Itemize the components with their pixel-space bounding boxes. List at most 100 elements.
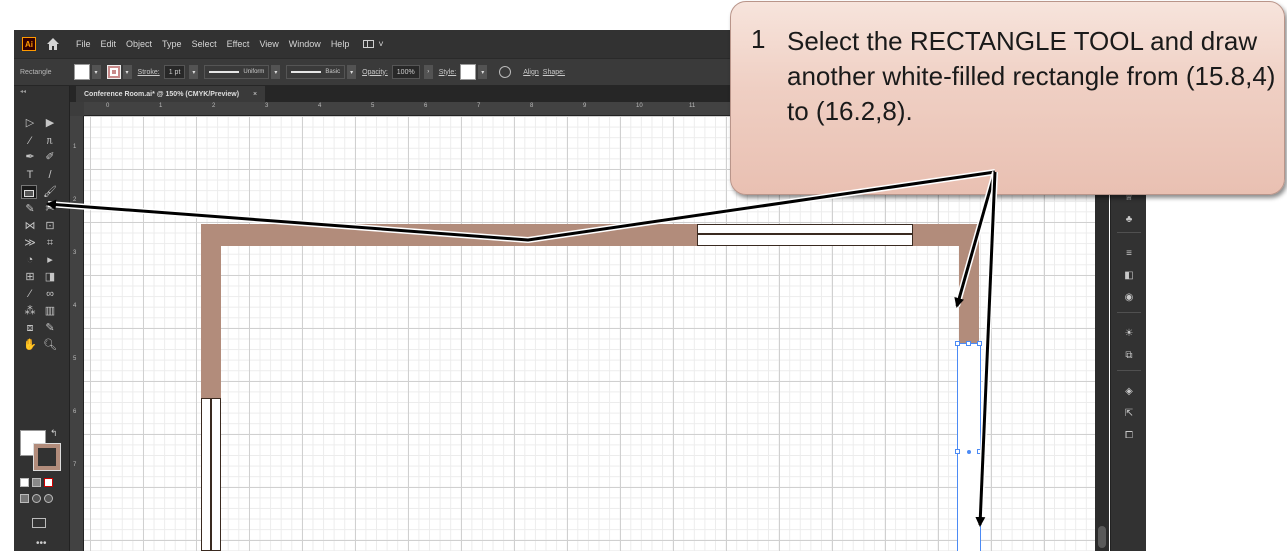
door-rect-left-b[interactable] xyxy=(211,398,221,551)
eraser-tool-icon[interactable]: ✂ xyxy=(42,202,58,216)
stroke-label[interactable]: Stroke: xyxy=(138,69,160,76)
draw-inside-button[interactable] xyxy=(44,494,53,503)
none-button[interactable] xyxy=(44,478,53,487)
live-paint-tool-icon[interactable]: ▸ xyxy=(42,253,58,267)
document-tab[interactable]: Conference Room.ai* @ 150% (CMYK/Preview… xyxy=(76,86,266,102)
home-icon[interactable] xyxy=(46,37,60,51)
shape-link[interactable]: Shape: xyxy=(543,69,565,76)
center-point xyxy=(967,450,971,454)
gradient-button[interactable] xyxy=(32,478,41,487)
menu-object[interactable]: Object xyxy=(126,39,152,49)
selection-handle[interactable] xyxy=(955,341,960,346)
stroke-color-box[interactable] xyxy=(33,443,61,471)
hand-tool-icon[interactable]: ✋ xyxy=(22,338,38,352)
ruler-tick-label: 0 xyxy=(106,103,110,109)
selection-handle[interactable] xyxy=(955,449,960,454)
selected-white-rectangle[interactable] xyxy=(957,343,981,551)
club-symbol-icon[interactable]: ♣ xyxy=(1123,214,1135,226)
workspace-switcher[interactable]: ˅ xyxy=(363,39,384,49)
window-rect-top-b[interactable] xyxy=(697,234,913,246)
opacity-label[interactable]: Opacity: xyxy=(362,69,388,76)
menu-effect[interactable]: Effect xyxy=(227,39,250,49)
line-tool-icon[interactable]: / xyxy=(42,168,58,182)
width-tool-icon[interactable]: ≫ xyxy=(22,236,38,250)
artboards-panel-icon[interactable]: ⧠ xyxy=(1123,430,1135,442)
rotate-tool-icon[interactable]: ⋈ xyxy=(22,219,38,233)
recolor-artwork-icon[interactable] xyxy=(499,66,512,78)
artboard-tool-icon[interactable]: ⧈ xyxy=(22,321,38,335)
pencil-tool-icon[interactable]: ✎ xyxy=(22,202,38,216)
scrollbar-thumb[interactable] xyxy=(1098,526,1106,548)
selection-tool-icon[interactable]: ▶ xyxy=(42,116,58,130)
menu-type[interactable]: Type xyxy=(162,39,182,49)
menu-file[interactable]: File xyxy=(76,39,91,49)
slice-tool-icon[interactable]: ✎ xyxy=(42,321,58,335)
graphic-styles-icon[interactable]: ⧉ xyxy=(1123,350,1135,362)
fill-dropdown[interactable]: ▾ xyxy=(91,65,101,79)
profile-dropdown[interactable]: ▾ xyxy=(271,65,281,79)
opacity-dropdown[interactable]: › xyxy=(423,65,433,79)
free-transform-tool-icon[interactable]: ⌗ xyxy=(42,236,58,250)
perspective-grid-tool-icon[interactable]: ⊞ xyxy=(22,270,38,284)
eyedropper-tool-icon[interactable]: ⁄ xyxy=(22,287,38,301)
panel-divider xyxy=(1117,312,1141,313)
appearance-panel-icon[interactable]: ☀ xyxy=(1123,328,1135,340)
workspace-icon xyxy=(363,40,375,48)
menu-edit[interactable]: Edit xyxy=(101,39,117,49)
selection-handle[interactable] xyxy=(977,449,982,454)
ruler-tick-label: 6 xyxy=(73,409,77,415)
menu-select[interactable]: Select xyxy=(192,39,217,49)
layers-panel-icon[interactable]: ◈ xyxy=(1123,386,1135,398)
style-dropdown[interactable]: ▾ xyxy=(478,65,488,79)
opacity-field[interactable]: 100% xyxy=(391,65,420,79)
ruler-tick-label: 4 xyxy=(73,303,77,309)
magic-wand-tool-icon[interactable]: ⁄ xyxy=(22,134,38,148)
tools-panel: ◂◂ ▷ ▶ ⁄ ᥰ ✒ ✐ T / 🖌 ✎ ✂ ⋈ ⊡ ≫ ⌗ ◔ ▸ ⊞ ◨… xyxy=(14,86,70,551)
brush-dropdown[interactable]: ▾ xyxy=(347,65,357,79)
fill-swatch[interactable] xyxy=(73,64,90,80)
paintbrush-tool-icon[interactable]: 🖌 xyxy=(42,185,58,199)
type-tool-icon[interactable]: T xyxy=(22,168,38,182)
selection-handle[interactable] xyxy=(977,341,982,346)
blend-tool-icon[interactable]: ∞ xyxy=(42,287,58,301)
direct-selection-tool-icon[interactable]: ▷ xyxy=(22,116,38,130)
asset-export-icon[interactable]: ⇱ xyxy=(1123,408,1135,420)
stroke-weight-dropdown[interactable]: ▾ xyxy=(189,65,199,79)
edit-toolbar-icon[interactable]: ••• xyxy=(36,538,47,549)
brush-definition[interactable]: Basic xyxy=(286,65,346,79)
stroke-weight-field[interactable]: 1 pt xyxy=(163,65,186,79)
gradient-tool-icon[interactable]: ◨ xyxy=(42,270,58,284)
gradient-panel-icon[interactable]: ◧ xyxy=(1123,270,1135,282)
panel-grip-icon[interactable]: ◂◂ xyxy=(20,88,26,95)
zoom-tool-icon[interactable]: 🔍︎ xyxy=(42,338,58,352)
variable-width-profile[interactable]: Uniform xyxy=(204,65,270,79)
rectangle-tool-icon[interactable] xyxy=(21,185,37,199)
swap-fill-stroke-icon[interactable]: ↰ xyxy=(50,428,58,439)
align-link[interactable]: Align xyxy=(523,69,539,76)
stroke-panel-icon[interactable]: ≡ xyxy=(1123,248,1135,260)
vertical-ruler[interactable]: 1 2 3 4 5 6 7 xyxy=(70,116,84,551)
stroke-dropdown[interactable]: ▾ xyxy=(122,65,132,79)
screen-mode-icon[interactable] xyxy=(32,518,46,528)
door-rect-left-a[interactable] xyxy=(201,398,211,551)
close-tab-icon[interactable]: × xyxy=(253,91,257,98)
draw-normal-button[interactable] xyxy=(20,494,29,503)
shape-builder-tool-icon[interactable]: ◔ xyxy=(22,253,38,267)
graph-tool-icon[interactable]: ▥ xyxy=(42,304,58,318)
window-rect-top-a[interactable] xyxy=(697,224,913,234)
menu-view[interactable]: View xyxy=(259,39,278,49)
style-swatch[interactable] xyxy=(460,64,477,80)
curvature-tool-icon[interactable]: ✐ xyxy=(42,150,58,164)
ruler-origin[interactable] xyxy=(70,102,84,116)
symbol-sprayer-tool-icon[interactable]: ⁂ xyxy=(22,304,38,318)
menu-help[interactable]: Help xyxy=(331,39,350,49)
pen-tool-icon[interactable]: ✒ xyxy=(22,150,38,164)
lasso-tool-icon[interactable]: ᥰ xyxy=(42,134,58,148)
stroke-swatch[interactable] xyxy=(106,65,121,79)
draw-behind-button[interactable] xyxy=(32,494,41,503)
color-button[interactable] xyxy=(20,478,29,487)
selection-handle[interactable] xyxy=(966,341,971,346)
transparency-panel-icon[interactable]: ◉ xyxy=(1123,292,1135,304)
scale-tool-icon[interactable]: ⊡ xyxy=(42,219,58,233)
menu-window[interactable]: Window xyxy=(289,39,321,49)
